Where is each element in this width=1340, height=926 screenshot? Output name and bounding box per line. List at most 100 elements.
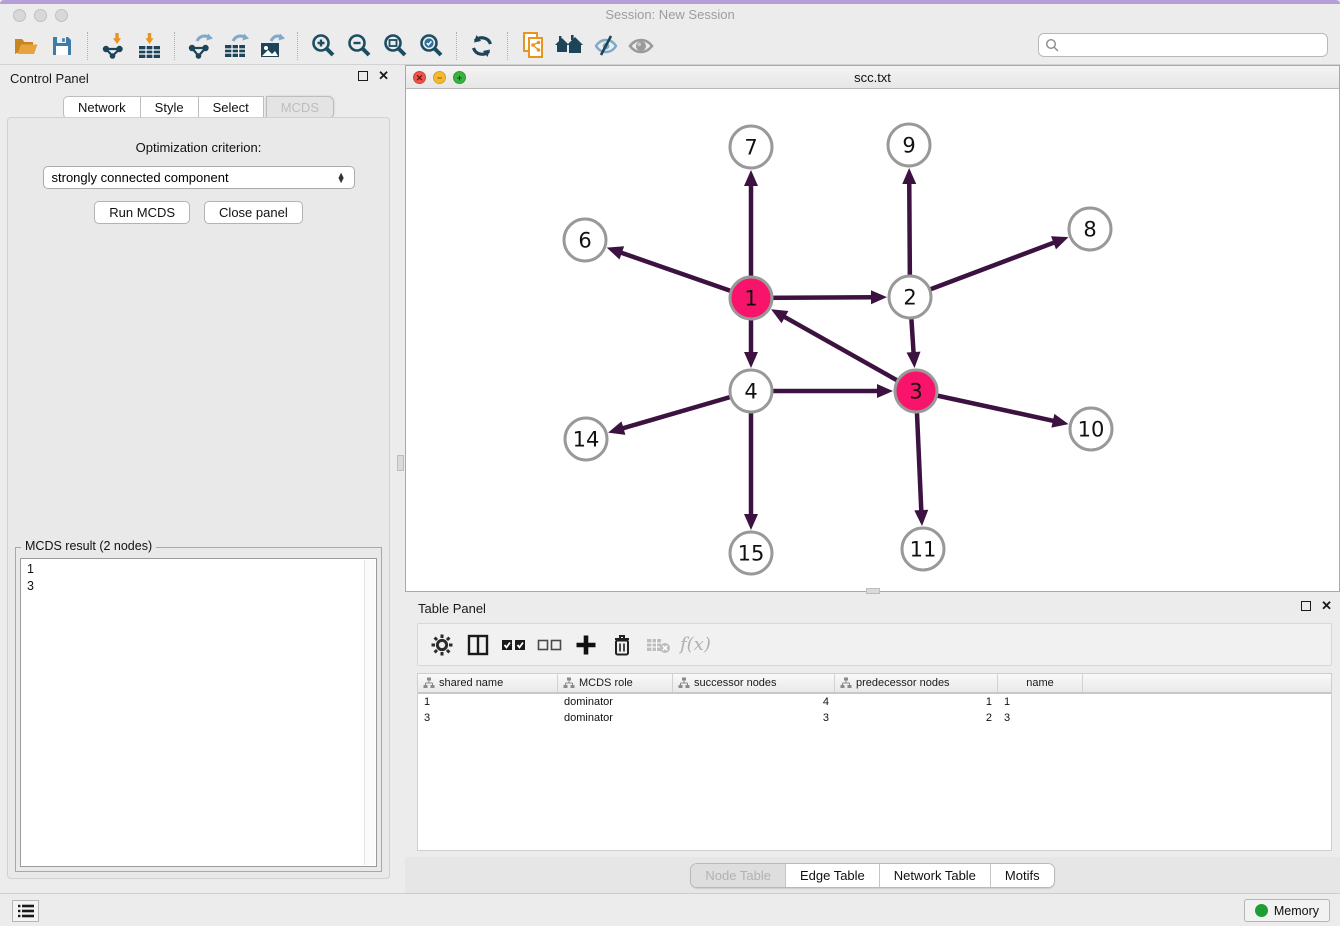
tab-network[interactable]: Network: [63, 96, 141, 119]
table-panel: Table Panel ✕: [405, 595, 1340, 893]
result-line: 1: [27, 561, 362, 578]
birds-eye-view-icon[interactable]: [623, 30, 659, 62]
deselect-all-icon[interactable]: [534, 630, 566, 660]
task-history-button[interactable]: [12, 900, 39, 922]
network-window-title: scc.txt: [406, 70, 1339, 85]
table-row[interactable]: 1dominator411: [418, 694, 1331, 710]
node-table[interactable]: shared name MCDS rolesuccessor nodesprede…: [417, 673, 1332, 851]
table-cell[interactable]: 2: [835, 712, 998, 724]
column-selector-icon[interactable]: [462, 630, 494, 660]
vertical-splitter-grip[interactable]: [397, 455, 404, 471]
mcds-result-title: MCDS result (2 nodes): [21, 539, 156, 553]
table-settings-gear-icon[interactable]: [426, 630, 458, 660]
graph-node-label: 1: [744, 286, 757, 310]
zoom-fit-icon[interactable]: [377, 30, 413, 62]
home-networks-icon[interactable]: [551, 30, 587, 62]
graph-node-label: 14: [573, 427, 600, 451]
list-icon: [17, 903, 35, 919]
toolbar-separator: [507, 32, 508, 60]
tab-select[interactable]: Select: [199, 96, 264, 119]
tab-style[interactable]: Style: [141, 96, 199, 119]
table-cell[interactable]: 3: [998, 712, 1083, 724]
edge-arrowhead: [907, 352, 921, 368]
optimization-criterion-label: Optimization criterion:: [8, 140, 389, 155]
horizontal-splitter-grip[interactable]: [866, 588, 880, 594]
graph-node-label: 15: [738, 541, 765, 565]
close-panel-icon[interactable]: ✕: [378, 71, 389, 81]
network-canvas[interactable]: 7968124314101511: [406, 89, 1339, 591]
function-builder-icon: f(x): [680, 634, 711, 655]
column-header-MCDS-role[interactable]: MCDS role: [558, 674, 673, 692]
zoom-in-icon[interactable]: [305, 30, 341, 62]
float-table-panel-icon[interactable]: [1301, 601, 1311, 611]
tab-edge-table[interactable]: Edge Table: [785, 864, 879, 887]
table-toolbar: f(x): [417, 623, 1332, 666]
toolbar-separator: [174, 32, 175, 60]
table-cell[interactable]: 1: [835, 696, 998, 708]
edge-arrowhead: [608, 421, 625, 434]
edge-arrowhead: [607, 246, 624, 259]
table-panel-title: Table Panel: [418, 601, 1332, 619]
add-column-icon[interactable]: [570, 630, 602, 660]
table-tabs-strip: Node TableEdge TableNetwork TableMotifs: [405, 857, 1340, 893]
memory-button[interactable]: Memory: [1244, 899, 1330, 922]
search-box[interactable]: [1038, 33, 1328, 57]
run-mcds-button[interactable]: Run MCDS: [94, 201, 190, 224]
graph-node-label: 9: [902, 133, 915, 157]
search-input[interactable]: [1064, 38, 1321, 52]
tab-network-table[interactable]: Network Table: [879, 864, 990, 887]
close-panel-button[interactable]: Close panel: [204, 201, 303, 224]
column-header-predecessor-nodes[interactable]: predecessor nodes: [835, 674, 998, 692]
column-header-label: name: [1026, 677, 1054, 689]
control-panel-title: Control Panel: [10, 71, 389, 89]
dropdown-value: strongly connected component: [52, 170, 337, 185]
close-table-panel-icon[interactable]: ✕: [1321, 601, 1332, 611]
column-header-label: shared name: [439, 677, 503, 689]
clone-network-icon[interactable]: [515, 30, 551, 62]
export-image-icon[interactable]: [254, 30, 290, 62]
table-cell[interactable]: 3: [673, 712, 835, 724]
tab-mcds[interactable]: MCDS: [266, 96, 334, 119]
column-header-successor-nodes[interactable]: successor nodes: [673, 674, 835, 692]
table-cell[interactable]: dominator: [558, 712, 673, 724]
export-table-icon[interactable]: [218, 30, 254, 62]
table-cell[interactable]: 4: [673, 696, 835, 708]
mcds-result-textarea[interactable]: 13: [20, 558, 377, 867]
tab-node-table[interactable]: Node Table: [691, 864, 785, 887]
table-cell[interactable]: 1: [998, 696, 1083, 708]
open-folder-icon[interactable]: [8, 30, 44, 62]
select-all-icon[interactable]: [498, 630, 530, 660]
graph-edge-3-1[interactable]: [783, 316, 916, 391]
table-cell[interactable]: 3: [418, 712, 558, 724]
column-header-shared-name[interactable]: shared name: [418, 674, 558, 692]
delete-column-icon[interactable]: [606, 630, 638, 660]
table-cell[interactable]: 1: [418, 696, 558, 708]
graph-edge-2-8[interactable]: [910, 242, 1055, 297]
result-line: 3: [27, 578, 362, 595]
zoom-out-icon[interactable]: [341, 30, 377, 62]
application-window: Session: New Session: [0, 0, 1340, 926]
network-window-titlebar[interactable]: ✕ − + scc.txt: [406, 66, 1339, 89]
network-graph[interactable]: 7968124314101511: [406, 89, 1339, 592]
sitemap-icon: [563, 677, 575, 689]
optimization-criterion-dropdown[interactable]: strongly connected component ▲▼: [43, 166, 355, 189]
graph-node-label: 7: [744, 135, 757, 159]
import-table-icon[interactable]: [131, 30, 167, 62]
table-row[interactable]: 3dominator323: [418, 710, 1331, 726]
edge-arrowhead: [744, 170, 758, 186]
graph-node-label: 4: [744, 379, 757, 403]
refresh-icon[interactable]: [464, 30, 500, 62]
zoom-selected-icon[interactable]: [413, 30, 449, 62]
float-panel-icon[interactable]: [358, 71, 368, 81]
tab-motifs[interactable]: Motifs: [990, 864, 1054, 887]
export-network-icon[interactable]: [182, 30, 218, 62]
column-header-name[interactable]: name: [998, 674, 1083, 692]
save-icon[interactable]: [44, 30, 80, 62]
table-cell[interactable]: dominator: [558, 696, 673, 708]
titlebar[interactable]: Session: New Session: [0, 4, 1340, 27]
network-view-window: ✕ − + scc.txt 7968124314101511: [405, 65, 1340, 592]
toolbar-separator: [456, 32, 457, 60]
import-network-icon[interactable]: [95, 30, 131, 62]
result-scrollbar[interactable]: [364, 560, 375, 865]
hide-graphics-details-icon[interactable]: [587, 30, 623, 62]
